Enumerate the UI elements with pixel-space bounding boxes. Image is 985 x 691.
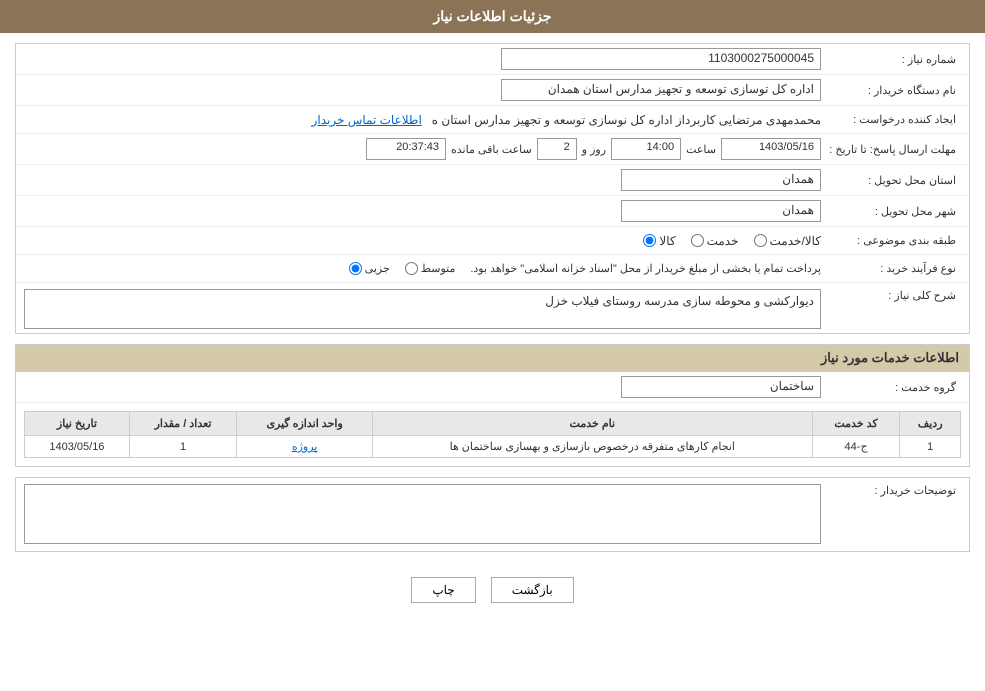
service-group-box: ساختمان <box>621 376 821 398</box>
main-content: شماره نیاز : 1103000275000045 نام دستگاه… <box>0 33 985 628</box>
service-group-label: گروه خدمت : <box>821 381 961 394</box>
notes-textarea[interactable] <box>24 484 821 544</box>
category-radio-goods[interactable]: کالا <box>643 234 675 248</box>
col-date: تاریخ نیاز <box>25 412 130 436</box>
description-box: دیوارکشی و محوطه سازی مدرسه روستای فیلاب… <box>24 289 821 329</box>
category-radio-group: کالا/خدمت خدمت کالا <box>24 234 821 248</box>
province-row: استان محل تحویل : همدان <box>16 165 969 196</box>
cell-index: 1 <box>900 436 961 458</box>
buyer-name-row: نام دستگاه خریدار : اداره کل توسازی توسع… <box>16 75 969 106</box>
basic-info-section: شماره نیاز : 1103000275000045 نام دستگاه… <box>15 43 970 334</box>
category-radio-goods-services[interactable]: کالا/خدمت <box>754 234 821 248</box>
category-goods-services-radio[interactable] <box>754 234 767 247</box>
process-small-radio[interactable] <box>349 262 362 275</box>
cell-date: 1403/05/16 <box>25 436 130 458</box>
cell-unit[interactable]: پروژه <box>237 436 373 458</box>
cell-code: ج-44 <box>812 436 900 458</box>
deadline-details: 1403/05/16 ساعت 14:00 روز و 2 ساعت باقی … <box>24 138 821 160</box>
province-label: استان محل تحویل : <box>821 174 961 187</box>
buyer-name-box: اداره کل توسازی توسعه و تجهیز مدارس استا… <box>501 79 821 101</box>
need-number-value: 1103000275000045 <box>24 48 821 70</box>
col-unit: واحد اندازه گیری <box>237 412 373 436</box>
service-group-row: گروه خدمت : ساختمان <box>16 372 969 403</box>
services-table: ردیف کد خدمت نام خدمت واحد اندازه گیری ت… <box>24 411 961 458</box>
notes-value <box>24 484 821 547</box>
category-value: کالا/خدمت خدمت کالا <box>24 234 821 248</box>
buyer-name-value: اداره کل توسازی توسعه و تجهیز مدارس استا… <box>24 79 821 101</box>
cell-count: 1 <box>129 436 236 458</box>
deadline-value: 1403/05/16 ساعت 14:00 روز و 2 ساعت باقی … <box>24 138 821 160</box>
description-text: دیوارکشی و محوطه سازی مدرسه روستای فیلاب… <box>545 294 814 308</box>
process-type-label: نوع فرآیند خرید : <box>821 262 961 275</box>
deadline-row: مهلت ارسال پاسخ: تا تاریخ : 1403/05/16 س… <box>16 134 969 165</box>
col-count: تعداد / مقدار <box>129 412 236 436</box>
process-medium-label: متوسط <box>421 262 456 275</box>
col-code: کد خدمت <box>812 412 900 436</box>
category-radio-service[interactable]: خدمت <box>691 234 739 248</box>
process-row-details: پرداخت تمام یا بخشی از مبلغ خریدار از مح… <box>24 262 821 275</box>
process-type-row: نوع فرآیند خرید : پرداخت تمام یا بخشی از… <box>16 255 969 283</box>
need-number-row: شماره نیاز : 1103000275000045 <box>16 44 969 75</box>
button-row: بازگشت چاپ <box>15 562 970 618</box>
deadline-label: مهلت ارسال پاسخ: تا تاریخ : <box>821 143 961 156</box>
services-table-wrapper: ردیف کد خدمت نام خدمت واحد اندازه گیری ت… <box>16 403 969 466</box>
description-row: شرح کلی نیاز : دیوارکشی و محوطه سازی مدر… <box>16 283 969 333</box>
need-number-box: 1103000275000045 <box>501 48 821 70</box>
table-row: 1 ج-44 انجام کارهای متفرقه درخصوص بازساز… <box>25 436 961 458</box>
deadline-remain-box: 20:37:43 <box>366 138 446 160</box>
cell-name: انجام کارهای متفرقه درخصوص بازسازی و بهس… <box>372 436 812 458</box>
creator-label: ایجاد کننده درخواست : <box>821 113 961 126</box>
deadline-time-box: 14:00 <box>611 138 681 160</box>
process-small-item[interactable]: جزیی <box>349 262 390 275</box>
province-box: همدان <box>621 169 821 191</box>
category-goods-label: کالا <box>659 234 675 248</box>
process-type-value: پرداخت تمام یا بخشی از مبلغ خریدار از مح… <box>24 262 821 275</box>
process-small-label: جزیی <box>365 262 390 275</box>
services-section: اطلاعات خدمات مورد نیاز گروه خدمت : ساخت… <box>15 344 970 467</box>
deadline-remain-label: ساعت باقی مانده <box>451 143 532 156</box>
service-group-value: ساختمان <box>24 376 821 398</box>
need-number-label: شماره نیاز : <box>821 53 961 66</box>
deadline-days-label: روز و <box>582 143 606 156</box>
notes-label: توضیحات خریدار : <box>821 484 961 497</box>
notes-row: توضیحات خریدار : <box>15 477 970 552</box>
print-button[interactable]: چاپ <box>411 577 475 603</box>
page-wrapper: جزئیات اطلاعات نیاز شماره نیاز : 1103000… <box>0 0 985 691</box>
page-title: جزئیات اطلاعات نیاز <box>0 0 985 33</box>
category-label: طبقه بندی موضوعی : <box>821 234 961 247</box>
process-medium-radio[interactable] <box>405 262 418 275</box>
description-value: دیوارکشی و محوطه سازی مدرسه روستای فیلاب… <box>24 289 821 329</box>
category-goods-radio[interactable] <box>643 234 656 247</box>
deadline-date-box: 1403/05/16 <box>721 138 821 160</box>
back-button[interactable]: بازگشت <box>491 577 574 603</box>
creator-value: محمدمهدی مرتضایی کاربرداز اداره کل نوساز… <box>24 113 821 127</box>
deadline-time-label: ساعت <box>686 143 716 156</box>
col-index: ردیف <box>900 412 961 436</box>
creator-text: محمدمهدی مرتضایی کاربرداز اداره کل نوساز… <box>432 113 821 127</box>
city-label: شهر محل تحویل : <box>821 205 961 218</box>
deadline-days-box: 2 <box>537 138 577 160</box>
description-label: شرح کلی نیاز : <box>821 289 961 302</box>
buyer-name-label: نام دستگاه خریدار : <box>821 84 961 97</box>
category-row: طبقه بندی موضوعی : کالا/خدمت خدمت کالا <box>16 227 969 255</box>
category-service-label: خدمت <box>707 234 739 248</box>
table-header-row: ردیف کد خدمت نام خدمت واحد اندازه گیری ت… <box>25 412 961 436</box>
province-value: همدان <box>24 169 821 191</box>
services-header: اطلاعات خدمات مورد نیاز <box>16 345 969 372</box>
city-row: شهر محل تحویل : همدان <box>16 196 969 227</box>
city-value: همدان <box>24 200 821 222</box>
city-box: همدان <box>621 200 821 222</box>
process-description: پرداخت تمام یا بخشی از مبلغ خریدار از مح… <box>470 262 821 275</box>
category-service-radio[interactable] <box>691 234 704 247</box>
category-goods-services-label: کالا/خدمت <box>770 234 821 248</box>
process-medium-item[interactable]: متوسط <box>405 262 456 275</box>
col-name: نام خدمت <box>372 412 812 436</box>
creator-row: ایجاد کننده درخواست : محمدمهدی مرتضایی ک… <box>16 106 969 134</box>
contact-info-link[interactable]: اطلاعات تماس خریدار <box>312 113 422 127</box>
